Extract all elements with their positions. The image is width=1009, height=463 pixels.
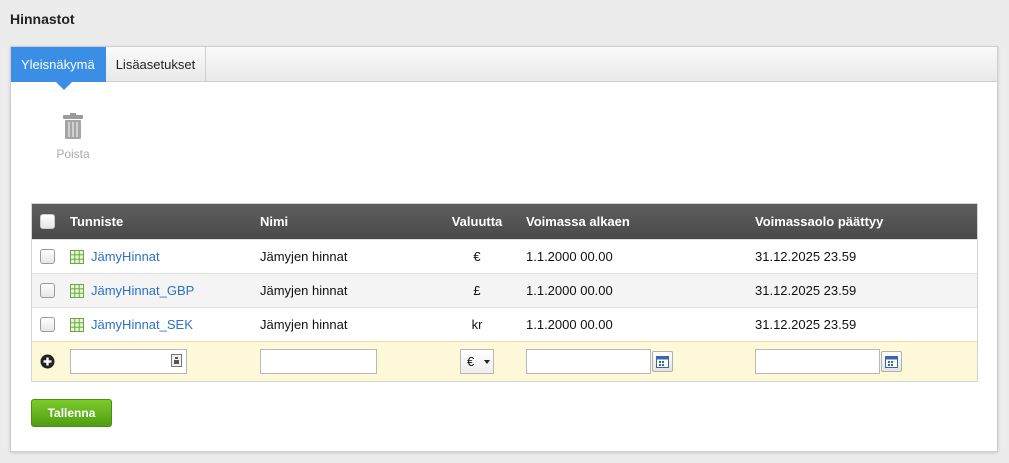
table-icon — [70, 283, 84, 298]
pricelist-valid-to: 31.12.2025 23.59 — [755, 317, 857, 332]
table-row: JämyHinnat_GBP Jämyjen hinnat £ 1.1.2000… — [32, 273, 977, 307]
table-row: JämyHinnat Jämyjen hinnat € 1.1.2000 00.… — [32, 239, 977, 273]
pricelist-name: Jämyjen hinnat — [260, 249, 348, 264]
pricelist-valid-from: 1.1.2000 00.00 — [526, 249, 613, 264]
pricelist-valid-from: 1.1.2000 00.00 — [526, 317, 613, 332]
calendar-icon — [656, 356, 669, 368]
pricelist-grid: Tunniste Nimi Valuutta Voimassa alkaen V… — [31, 203, 978, 382]
pricelist-link[interactable]: JämyHinnat_SEK — [70, 317, 193, 332]
tab-bar: Yleisnäkymä Lisäasetukset — [11, 47, 997, 90]
table-icon — [70, 249, 84, 264]
tab-overview[interactable]: Yleisnäkymä — [11, 47, 106, 90]
valid-to-input[interactable] — [755, 349, 880, 374]
new-name-input[interactable] — [260, 349, 377, 374]
delete-label: Poista — [56, 147, 90, 161]
row-checkbox[interactable] — [40, 249, 55, 264]
new-row: € — [32, 341, 977, 381]
calendar-icon — [885, 356, 898, 368]
save-button[interactable]: Tallenna — [31, 399, 112, 427]
pricelist-name: Jämyjen hinnat — [260, 283, 348, 298]
lookup-icon[interactable] — [171, 354, 182, 367]
pricelist-currency: kr — [471, 317, 483, 332]
new-id-input[interactable] — [70, 349, 187, 374]
table-row: JämyHinnat_SEK Jämyjen hinnat kr 1.1.200… — [32, 307, 977, 341]
currency-select[interactable]: € — [460, 349, 494, 374]
column-header-currency[interactable]: Valuutta — [422, 204, 532, 239]
pricelist-id: JämyHinnat_SEK — [91, 317, 193, 332]
currency-selected: € — [467, 354, 475, 369]
column-header-id[interactable]: Tunniste — [70, 204, 123, 239]
pricelist-name: Jämyjen hinnat — [260, 317, 348, 332]
valid-from-calendar-button[interactable] — [652, 351, 673, 372]
chevron-down-icon — [484, 360, 490, 364]
pricelist-panel: Yleisnäkymä Lisäasetukset Poista Tunnist… — [10, 46, 998, 452]
pricelist-link[interactable]: JämyHinnat_GBP — [70, 283, 194, 298]
trash-icon — [63, 113, 83, 139]
column-header-name[interactable]: Nimi — [260, 204, 288, 239]
add-row-icon[interactable] — [40, 354, 55, 369]
pricelist-currency: £ — [473, 283, 481, 298]
grid-header: Tunniste Nimi Valuutta Voimassa alkaen V… — [32, 204, 977, 239]
row-checkbox[interactable] — [40, 317, 55, 332]
delete-button[interactable]: Poista — [51, 113, 95, 161]
column-header-valid-to[interactable]: Voimassaolo päättyy — [755, 204, 883, 239]
select-all-checkbox[interactable] — [40, 214, 55, 229]
valid-to-calendar-button[interactable] — [881, 351, 902, 372]
valid-from-input[interactable] — [526, 349, 651, 374]
page-title: Hinnastot — [10, 11, 75, 27]
pricelist-valid-to: 31.12.2025 23.59 — [755, 249, 857, 264]
pricelist-currency: € — [473, 249, 481, 264]
pricelist-link[interactable]: JämyHinnat — [70, 249, 160, 264]
column-header-valid-from[interactable]: Voimassa alkaen — [526, 204, 630, 239]
pricelist-valid-to: 31.12.2025 23.59 — [755, 283, 857, 298]
pricelist-valid-from: 1.1.2000 00.00 — [526, 283, 613, 298]
row-checkbox[interactable] — [40, 283, 55, 298]
tab-advanced-settings[interactable]: Lisäasetukset — [106, 47, 207, 82]
pricelist-id: JämyHinnat_GBP — [91, 283, 195, 298]
pricelist-id: JämyHinnat — [91, 249, 160, 264]
table-icon — [70, 317, 84, 332]
